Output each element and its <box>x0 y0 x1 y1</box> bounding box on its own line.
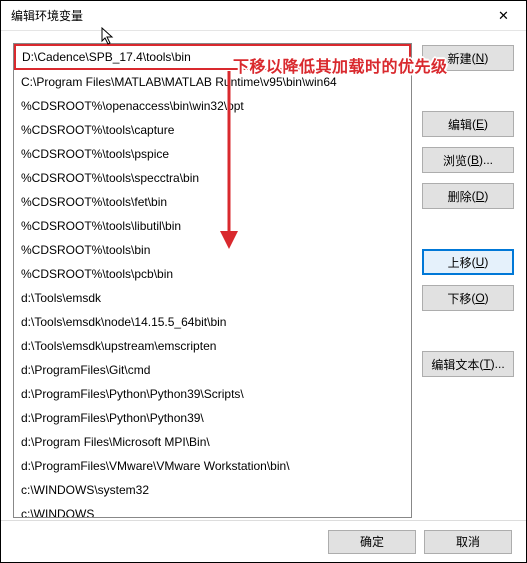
list-item[interactable]: d:\ProgramFiles\Git\cmd <box>14 358 411 382</box>
list-item[interactable]: d:\ProgramFiles\VMware\VMware Workstatio… <box>14 454 411 478</box>
move-up-button[interactable]: 上移(U) <box>422 249 514 275</box>
ok-button[interactable]: 确定 <box>328 530 416 554</box>
list-item[interactable]: %CDSROOT%\tools\libutil\bin <box>14 214 411 238</box>
list-item[interactable]: c:\WINDOWS\system32 <box>14 478 411 502</box>
window-title: 编辑环境变量 <box>11 7 83 24</box>
list-item[interactable]: C:\Program Files\MATLAB\MATLAB Runtime\v… <box>14 70 411 94</box>
edit-text-button[interactable]: 编辑文本(T)... <box>422 351 514 377</box>
delete-button[interactable]: 删除(D) <box>422 183 514 209</box>
list-item[interactable]: %CDSROOT%\tools\bin <box>14 238 411 262</box>
close-button[interactable] <box>481 1 526 31</box>
dialog-footer: 确定 取消 <box>1 520 526 562</box>
content-area: D:\Cadence\SPB_17.4\tools\bin C:\Program… <box>1 31 526 530</box>
new-button[interactable]: 新建(N) <box>422 45 514 71</box>
list-item[interactable]: D:\Cadence\SPB_17.4\tools\bin <box>14 44 411 70</box>
list-item[interactable]: d:\Tools\emsdk <box>14 286 411 310</box>
list-item[interactable]: %CDSROOT%\tools\fet\bin <box>14 190 411 214</box>
title-bar: 编辑环境变量 <box>1 1 526 31</box>
move-down-button[interactable]: 下移(O) <box>422 285 514 311</box>
edit-button[interactable]: 编辑(E) <box>422 111 514 137</box>
list-item[interactable]: %CDSROOT%\tools\capture <box>14 118 411 142</box>
path-list-column: D:\Cadence\SPB_17.4\tools\bin C:\Program… <box>13 43 412 518</box>
button-column: 新建(N) 编辑(E) 浏览(B)... 删除(D) 上移(U) 下移(O) 编… <box>422 43 514 518</box>
path-listbox[interactable]: D:\Cadence\SPB_17.4\tools\bin C:\Program… <box>13 43 412 518</box>
list-item[interactable]: d:\ProgramFiles\Python\Python39\ <box>14 406 411 430</box>
list-item[interactable]: d:\Tools\emsdk\node\14.15.5_64bit\bin <box>14 310 411 334</box>
list-item[interactable]: d:\ProgramFiles\Python\Python39\Scripts\ <box>14 382 411 406</box>
list-item[interactable]: %CDSROOT%\tools\pspice <box>14 142 411 166</box>
browse-button[interactable]: 浏览(B)... <box>422 147 514 173</box>
list-item[interactable]: %CDSROOT%\openaccess\bin\win32\opt <box>14 94 411 118</box>
list-item[interactable]: %CDSROOT%\tools\specctra\bin <box>14 166 411 190</box>
list-item[interactable]: d:\Program Files\Microsoft MPI\Bin\ <box>14 430 411 454</box>
cancel-button[interactable]: 取消 <box>424 530 512 554</box>
list-item[interactable]: %CDSROOT%\tools\pcb\bin <box>14 262 411 286</box>
list-item[interactable]: d:\Tools\emsdk\upstream\emscripten <box>14 334 411 358</box>
list-item[interactable]: c:\WINDOWS <box>14 502 411 518</box>
